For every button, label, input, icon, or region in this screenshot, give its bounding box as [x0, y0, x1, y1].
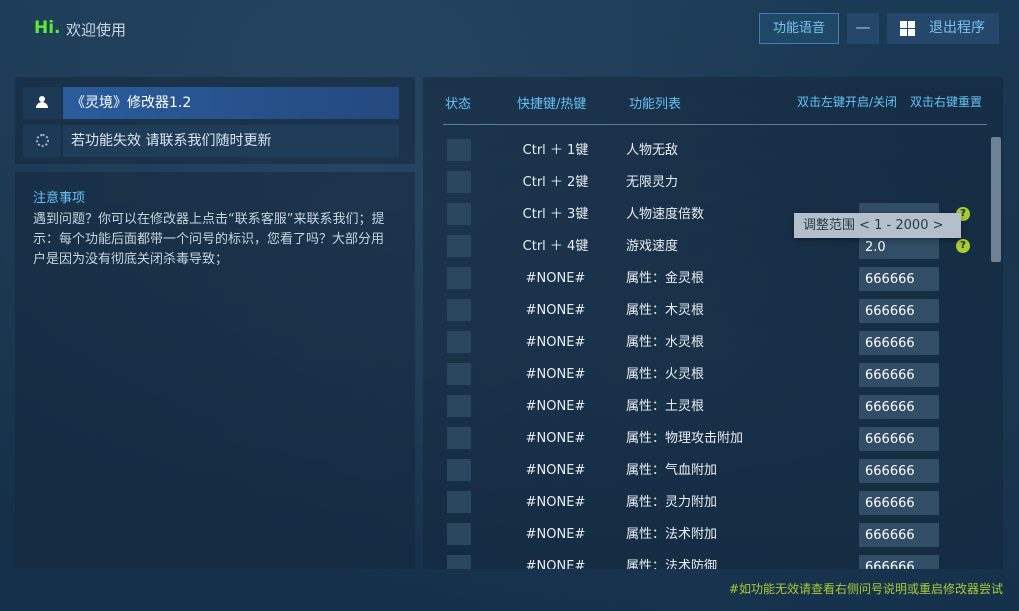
feature-list[interactable]: Ctrl ＋ 1键 人物无敌 Ctrl ＋ 2键 无限灵力 Ctrl ＋ 3键 人物速度倍… [423, 135, 988, 569]
value-input[interactable]: 666666 [859, 267, 939, 291]
header-divider [443, 124, 987, 125]
feature-row[interactable]: #NONE# 属性：火灵根 666666 [423, 359, 988, 391]
hotkey-label: #NONE# [525, 431, 586, 446]
hotkey-header: 快捷键/热键 [517, 97, 587, 112]
minimize-button[interactable]: — [847, 13, 879, 44]
status-checkbox[interactable] [447, 459, 471, 481]
welcome-text: 欢迎使用 [66, 21, 127, 39]
help-icon[interactable]: ? [956, 239, 970, 253]
status-checkbox[interactable] [447, 523, 471, 545]
status-checkbox[interactable] [447, 171, 471, 193]
status-checkbox[interactable] [447, 363, 471, 385]
sidebar-item-label: 《灵境》修改器1.2 [63, 87, 399, 119]
notes-body: 遇到问题？你可以在修改器上点击“联系客服”来联系我们；提示：每个功能后面都带一个… [33, 212, 385, 267]
hotkey-label: #NONE# [525, 335, 586, 350]
feature-panel: 状态 快捷键/热键 功能列表 双击左键开启/关闭 双击右键重置 Ctrl ＋ 1… [423, 77, 1003, 569]
user-icon [23, 87, 61, 119]
status-checkbox[interactable] [447, 299, 471, 321]
sidebar-item-update[interactable]: 若功能失效 请联系我们随时更新 [23, 125, 399, 157]
windows-icon [900, 21, 915, 36]
status-checkbox[interactable] [447, 395, 471, 417]
status-checkbox[interactable] [447, 235, 471, 257]
feature-name: 属性：火灵根 [626, 367, 705, 382]
exit-button[interactable]: 退出程序 [887, 13, 999, 44]
feature-row[interactable]: #NONE# 属性：木灵根 666666 [423, 295, 988, 327]
logo: Hi. [34, 18, 61, 38]
hotkey-label: Ctrl ＋ 3键 [522, 207, 589, 222]
feature-row[interactable]: #NONE# 属性：法术防御 666666 [423, 551, 988, 569]
value-input[interactable]: 666666 [859, 555, 939, 569]
hotkey-label: #NONE# [525, 271, 586, 286]
hotkey-label: Ctrl ＋ 2键 [522, 175, 589, 190]
header: Hi. 欢迎使用 功能语音 — 退出程序 [0, 0, 1019, 62]
feature-name: 游戏速度 [626, 239, 679, 254]
feature-row[interactable]: #NONE# 属性：气血附加 666666 [423, 455, 988, 487]
status-header: 状态 [445, 97, 472, 112]
hotkey-label: Ctrl ＋ 1键 [522, 143, 589, 158]
scrollbar[interactable] [991, 137, 1001, 262]
value-input[interactable]: 666666 [859, 523, 939, 547]
notes-title: 注意事项 [33, 191, 86, 206]
feature-name: 属性：气血附加 [626, 463, 718, 478]
hotkey-label: #NONE# [525, 463, 586, 478]
feature-row[interactable]: #NONE# 属性：物理攻击附加 666666 [423, 423, 988, 455]
hotkey-label: #NONE# [525, 399, 586, 414]
value-input[interactable]: 666666 [859, 491, 939, 515]
sidebar-item-trainer[interactable]: 《灵境》修改器1.2 [23, 87, 399, 119]
feature-row[interactable]: Ctrl ＋ 1键 人物无敌 [423, 135, 988, 167]
feature-name: 属性：灵力附加 [626, 495, 718, 510]
hotkey-label: #NONE# [525, 495, 586, 510]
feature-row[interactable]: #NONE# 属性：法术附加 666666 [423, 519, 988, 551]
feature-name: 无限灵力 [626, 175, 679, 190]
sidebar-item-label: 若功能失效 请联系我们随时更新 [63, 125, 399, 157]
status-checkbox[interactable] [447, 203, 471, 225]
exit-button-label: 退出程序 [929, 20, 985, 36]
status-checkbox[interactable] [447, 555, 471, 569]
status-checkbox[interactable] [447, 331, 471, 353]
hotkey-label: #NONE# [525, 367, 586, 382]
hotkey-label: #NONE# [525, 559, 586, 569]
value-input[interactable]: 666666 [859, 395, 939, 419]
feature-name: 属性：木灵根 [626, 303, 705, 318]
feature-row[interactable]: #NONE# 属性：灵力附加 666666 [423, 487, 988, 519]
status-checkbox[interactable] [447, 491, 471, 513]
status-checkbox[interactable] [447, 427, 471, 449]
hotkey-label: #NONE# [525, 303, 586, 318]
value-input[interactable]: 666666 [859, 459, 939, 483]
feature-header: 功能列表 [629, 97, 682, 112]
value-input[interactable]: 666666 [859, 299, 939, 323]
notes-panel: 注意事项 遇到问题？你可以在修改器上点击“联系客服”来联系我们；提示：每个功能后… [15, 172, 415, 569]
hint-left-click: 双击左键开启/关闭 [797, 95, 898, 109]
hotkey-label: Ctrl ＋ 4键 [522, 239, 589, 254]
hotkey-label: #NONE# [525, 527, 586, 542]
value-input[interactable]: 666666 [859, 427, 939, 451]
loading-icon [23, 125, 61, 157]
feature-name: 属性：土灵根 [626, 399, 705, 414]
feature-row[interactable]: #NONE# 属性：金灵根 666666 [423, 263, 988, 295]
feature-name: 人物速度倍数 [626, 207, 705, 222]
value-input[interactable]: 666666 [859, 331, 939, 355]
feature-row[interactable]: #NONE# 属性：土灵根 666666 [423, 391, 988, 423]
feature-name: 属性：法术附加 [626, 527, 718, 542]
value-input[interactable]: 2.0 [859, 235, 939, 259]
feature-name: 人物无敌 [626, 143, 679, 158]
sidebar-menu: 《灵境》修改器1.2 若功能失效 请联系我们随时更新 [15, 77, 415, 164]
feature-row[interactable]: #NONE# 属性：水灵根 666666 [423, 327, 988, 359]
footer-note: #如功能无效请查看右侧问号说明或重启修改器尝试 [728, 582, 1003, 596]
range-tooltip: 调整范围 < 1 - 2000 > [794, 213, 961, 238]
feature-name: 属性：水灵根 [626, 335, 705, 350]
hint-right-click: 双击右键重置 [910, 95, 983, 109]
status-checkbox[interactable] [447, 139, 471, 161]
feature-name: 属性：法术防御 [626, 559, 718, 569]
feature-name: 属性：金灵根 [626, 271, 705, 286]
feature-name: 属性：物理攻击附加 [626, 431, 744, 446]
status-checkbox[interactable] [447, 267, 471, 289]
feature-row[interactable]: Ctrl ＋ 2键 无限灵力 [423, 167, 988, 199]
voice-button[interactable]: 功能语音 [759, 13, 839, 44]
value-input[interactable]: 666666 [859, 363, 939, 387]
